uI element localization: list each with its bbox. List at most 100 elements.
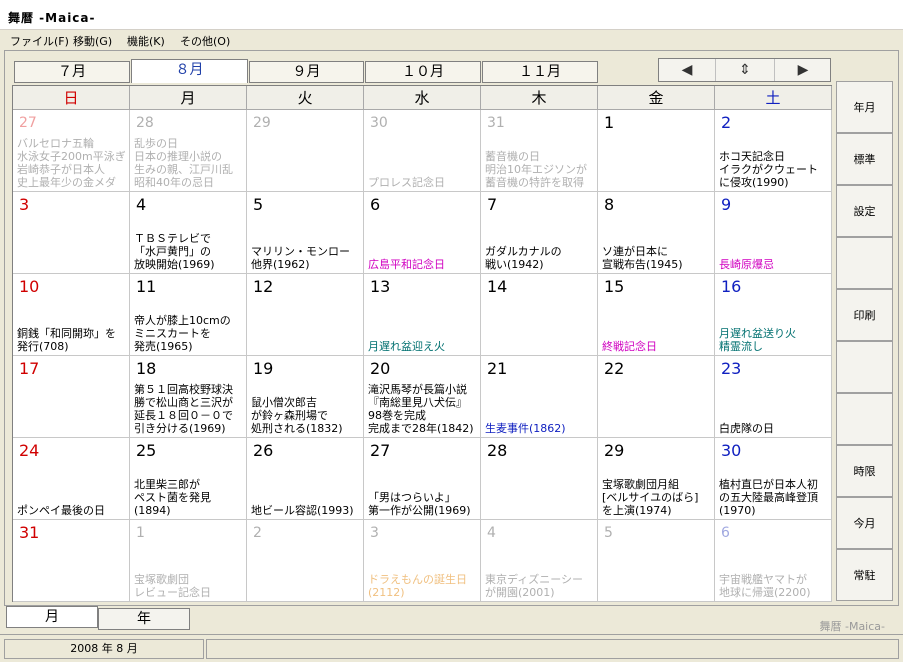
sidebar-button[interactable] — [836, 341, 893, 393]
day-event: 北里柴三郎が ペスト菌を発見 (1894) — [134, 478, 211, 517]
day-cell[interactable]: 21 生麦事件(1862) — [481, 356, 598, 438]
sidebar-button[interactable]: 設定 — [836, 185, 893, 237]
day-event: ＴＢＳテレビで 「水戸黄門」の 放映開始(1969) — [134, 232, 215, 271]
sidebar-button[interactable] — [836, 237, 893, 289]
tab-month-11[interactable]: １１月 — [482, 61, 598, 83]
tab-month-view[interactable]: 月 — [6, 606, 98, 628]
menu-file[interactable]: ファイル(F) — [10, 33, 69, 49]
sidebar-button[interactable]: 今月 — [836, 497, 893, 549]
day-cell[interactable]: 31 蓄音機の日 明治10年エジソンが 蓄音機の特許を取得 — [481, 110, 598, 192]
day-cell[interactable]: 14 — [481, 274, 598, 356]
day-number: 9 — [721, 195, 732, 214]
day-cell[interactable]: 24 ポンペイ最後の日 — [13, 438, 130, 520]
day-cell[interactable]: 3 ドラえもんの誕生日 (2112) — [364, 520, 481, 602]
day-cell[interactable]: 27 「男はつらいよ」 第一作が公開(1969) — [364, 438, 481, 520]
day-number: 28 — [487, 441, 508, 460]
day-number: 29 — [253, 115, 271, 131]
weekday-header: 木 — [481, 86, 598, 110]
day-event: 終戦記念日 — [602, 340, 657, 353]
day-event: 植村直巳が日本人初 の五大陸最高峰登頂 (1970) — [719, 478, 818, 517]
day-cell[interactable]: 12 — [247, 274, 364, 356]
day-cell[interactable]: 2 — [247, 520, 364, 602]
day-cell[interactable]: 23 白虎隊の日 — [715, 356, 832, 438]
tab-month-10[interactable]: １０月 — [365, 61, 481, 83]
sidebar-button[interactable]: 印刷 — [836, 289, 893, 341]
calendar-grid: 日月火水木金土 27 バルセロナ五輪 水泳女子200m平泳ぎ 岩崎恭子が日本人 史上… — [12, 85, 832, 602]
day-cell[interactable]: 4 東京ディズニーシー が開園(2001) — [481, 520, 598, 602]
sidebar-button[interactable] — [836, 393, 893, 445]
day-number: 4 — [136, 195, 147, 214]
day-cell[interactable]: 28 — [481, 438, 598, 520]
day-event: 「男はつらいよ」 第一作が公開(1969) — [368, 491, 471, 517]
day-cell[interactable]: 6 宇宙戦艦ヤマトが 地球に帰還(2200) — [715, 520, 832, 602]
day-number: 13 — [370, 277, 391, 296]
day-event: 月遅れ盆迎え火 — [368, 340, 445, 353]
prev-month-arrow-icon[interactable]: ◀ — [659, 59, 715, 81]
sidebar-button[interactable]: 標準 — [836, 133, 893, 185]
day-event: 宇宙戦艦ヤマトが 地球に帰還(2200) — [719, 573, 811, 599]
day-cell[interactable]: 1 宝塚歌劇団 レビュー記念日 — [130, 520, 247, 602]
day-event: 月遅れ盆送り火 精霊流し — [719, 327, 796, 353]
day-cell[interactable]: 7 ガダルカナルの 戦い(1942) — [481, 192, 598, 274]
day-cell[interactable]: 30 植村直巳が日本人初 の五大陸最高峰登頂 (1970) — [715, 438, 832, 520]
menu-move[interactable]: 移動(G) — [73, 33, 112, 49]
day-number: 3 — [370, 525, 379, 541]
day-event: バルセロナ五輪 水泳女子200m平泳ぎ 岩崎恭子が日本人 史上最年少の金メダ — [17, 137, 126, 189]
day-cell[interactable]: 29 宝塚歌劇団月組 [ベルサイユのばら] を上演(1974) — [598, 438, 715, 520]
day-cell[interactable]: 17 — [13, 356, 130, 438]
tab-month-9[interactable]: ９月 — [249, 61, 364, 83]
day-number: 4 — [487, 525, 496, 541]
day-cell[interactable]: 2 ホコ天記念日 イラクがクウェート に侵攻(1990) — [715, 110, 832, 192]
day-cell[interactable]: 8 ソ連が日本に 宣戦布告(1945) — [598, 192, 715, 274]
day-number: 22 — [604, 359, 625, 378]
weekday-header: 土 — [715, 86, 832, 110]
app-watermark: 舞暦 -Maica- — [819, 620, 885, 633]
day-event: ソ連が日本に 宣戦布告(1945) — [602, 245, 683, 271]
day-number: 1 — [604, 113, 615, 132]
day-cell[interactable]: 28 乱歩の日 日本の推理小説の 生みの親、江戸川乱 昭和40年の忌日 — [130, 110, 247, 192]
day-cell[interactable]: 6 広島平和記念日 — [364, 192, 481, 274]
day-cell[interactable]: 9 長崎原爆忌 — [715, 192, 832, 274]
tab-month-8[interactable]: ８月 — [131, 59, 248, 83]
menu-function[interactable]: 機能(K) — [127, 33, 165, 49]
day-cell[interactable]: 31 — [13, 520, 130, 602]
sidebar-button[interactable]: 常駐 — [836, 549, 893, 601]
day-event: 銅銭「和同開珎」を 発行(708) — [17, 327, 116, 353]
day-event: 地ビール容認(1993) — [251, 504, 354, 517]
day-cell[interactable]: 5 — [598, 520, 715, 602]
day-cell[interactable]: 11 帝人が膝上10cmの ミニスカートを 発売(1965) — [130, 274, 247, 356]
day-cell[interactable]: 4 ＴＢＳテレビで 「水戸黄門」の 放映開始(1969) — [130, 192, 247, 274]
day-cell[interactable]: 5 マリリン・モンロー 他界(1962) — [247, 192, 364, 274]
day-cell[interactable]: 3 — [13, 192, 130, 274]
day-event: 乱歩の日 日本の推理小説の 生みの親、江戸川乱 昭和40年の忌日 — [134, 137, 233, 189]
menu-other[interactable]: その他(O) — [180, 33, 230, 49]
day-cell[interactable]: 26 地ビール容認(1993) — [247, 438, 364, 520]
day-cell[interactable]: 15 終戦記念日 — [598, 274, 715, 356]
day-number: 25 — [136, 441, 157, 460]
day-cell[interactable]: 18 第５１回高校野球決 勝で松山商と三沢が 延長１８回０－０で 引き分ける(19… — [130, 356, 247, 438]
scroll-updown-icon[interactable]: ⇕ — [715, 59, 775, 81]
day-number: 10 — [19, 277, 40, 296]
sidebar: 年月 標準 設定印刷時限 今月 常駐 — [836, 81, 893, 602]
day-cell[interactable]: 13 月遅れ盆迎え火 — [364, 274, 481, 356]
month-navigator: ◀ ⇕ ▶ — [658, 58, 831, 82]
sidebar-button[interactable]: 時限 — [836, 445, 893, 497]
day-cell[interactable]: 27 バルセロナ五輪 水泳女子200m平泳ぎ 岩崎恭子が日本人 史上最年少の金メダ — [13, 110, 130, 192]
day-cell[interactable]: 25 北里柴三郎が ペスト菌を発見 (1894) — [130, 438, 247, 520]
day-cell[interactable]: 16 月遅れ盆送り火 精霊流し — [715, 274, 832, 356]
tab-year-view[interactable]: 年 — [98, 608, 190, 630]
tab-month-7[interactable]: ７月 — [14, 61, 130, 83]
day-cell[interactable]: 30 プロレス記念日 — [364, 110, 481, 192]
day-event: 宝塚歌劇団月組 [ベルサイユのばら] を上演(1974) — [602, 478, 699, 517]
day-cell[interactable]: 29 — [247, 110, 364, 192]
day-number: 11 — [136, 277, 157, 296]
day-number: 1 — [136, 525, 145, 541]
day-cell[interactable]: 20 滝沢馬琴が長篇小説 『南総里見八犬伝』 98巻を完成 完成まで28年(184… — [364, 356, 481, 438]
sidebar-button[interactable]: 年月 — [836, 81, 893, 133]
day-cell[interactable]: 10 銅銭「和同開珎」を 発行(708) — [13, 274, 130, 356]
day-cell[interactable]: 19 鼠小僧次郎吉 が鈴ヶ森刑場で 処刑される(1832) — [247, 356, 364, 438]
next-month-arrow-icon[interactable]: ▶ — [775, 59, 831, 81]
day-cell[interactable]: 1 — [598, 110, 715, 192]
day-number: 5 — [253, 195, 264, 214]
day-cell[interactable]: 22 — [598, 356, 715, 438]
